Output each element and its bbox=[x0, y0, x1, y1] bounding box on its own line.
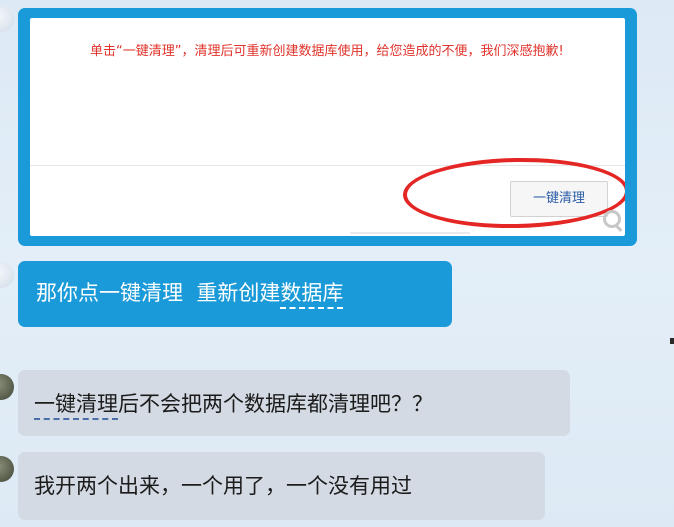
scroll-marker bbox=[670, 338, 674, 344]
message-text: 我开两个出来，一个用了，一个没有用过 bbox=[34, 474, 412, 498]
avatar[interactable] bbox=[0, 374, 14, 400]
avatar[interactable] bbox=[0, 456, 14, 482]
cleanup-notice-text: 单击“一键清理”，清理后可重新创建数据库使用，给您造成的不便，我们深感抱歉! bbox=[90, 44, 564, 59]
message-bubble[interactable]: 那你点一键清理 重新创建数据库 bbox=[18, 261, 452, 327]
message-text: 后不会把两个数据库都清理吧？？ bbox=[118, 392, 433, 416]
highlight-ellipse bbox=[402, 156, 625, 230]
avatar[interactable] bbox=[0, 262, 14, 288]
keyword-link[interactable]: 一键清理 bbox=[34, 392, 118, 420]
divider bbox=[350, 232, 470, 234]
screenshot-image[interactable]: 单击“一键清理”，清理后可重新创建数据库使用，给您造成的不便，我们深感抱歉! 一… bbox=[30, 18, 625, 236]
message-bubble[interactable]: 我开两个出来，一个用了，一个没有用过 bbox=[18, 452, 545, 520]
avatar[interactable] bbox=[0, 6, 14, 32]
message-bubble[interactable]: 一键清理后不会把两个数据库都清理吧？？ bbox=[18, 370, 570, 436]
image-message-bubble[interactable]: 单击“一键清理”，清理后可重新创建数据库使用，给您造成的不便，我们深感抱歉! 一… bbox=[18, 8, 637, 246]
zoom-icon bbox=[603, 210, 621, 228]
keyword-link[interactable]: 数据库 bbox=[280, 281, 344, 309]
message-text: 那你点一键清理 重新创建 bbox=[36, 281, 281, 305]
